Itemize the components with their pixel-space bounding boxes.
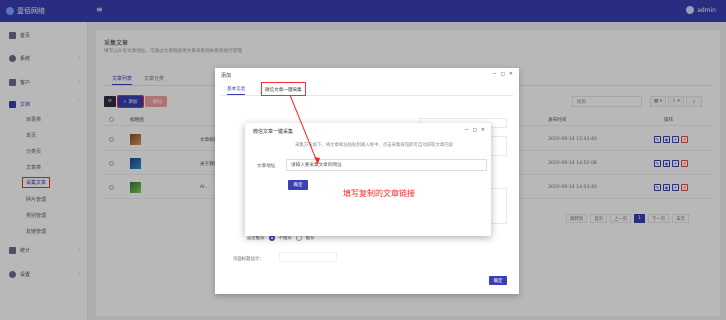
annotation-text: 填写复制的文章链接 (343, 189, 415, 198)
annotation-arrow (289, 94, 320, 165)
